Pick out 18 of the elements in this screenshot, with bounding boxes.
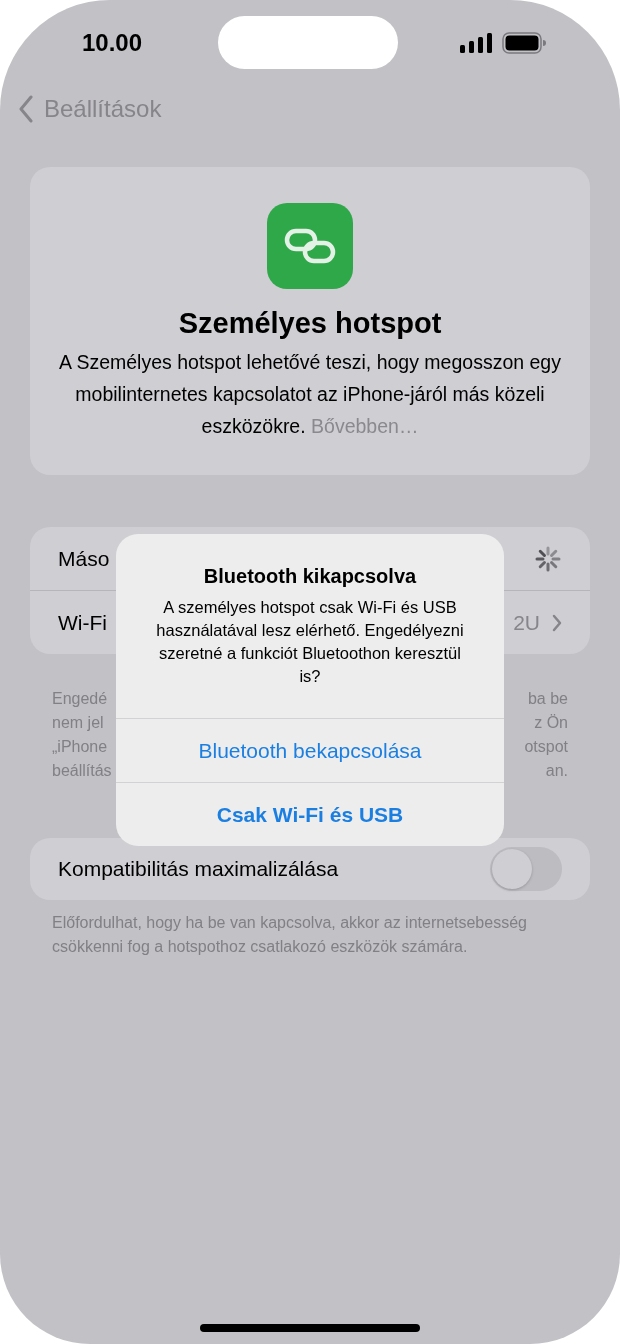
footnote-text: nem jel bbox=[52, 713, 105, 733]
page-title: Személyes hotspot bbox=[178, 307, 442, 340]
status-time: 10.00 bbox=[82, 29, 143, 57]
row-label: Máso bbox=[58, 546, 110, 571]
footnote-text: otspot bbox=[524, 737, 568, 757]
footnote-text: an. bbox=[545, 761, 568, 781]
row-label: Kompatibilitás maximalizálása bbox=[58, 857, 339, 881]
alert-message: A személyes hotspot csak Wi-Fi és USB használatával lesz elérhető. Engedélyezni szeretné a funkciót Bluetoothon keresztül is? bbox=[156, 597, 464, 687]
footnote-text: ba be bbox=[527, 689, 568, 709]
footnote-text: Engedé bbox=[52, 689, 109, 709]
description-text: A Személyes hotspot lehetővé teszi, hogy megosszon egy mobilinternetes kapcsolatot az iPhone-járól más közeli eszközökre. Bővebben… bbox=[58, 350, 562, 439]
row-value: 2U bbox=[513, 610, 540, 635]
alert-title: Bluetooth kikapcsolva bbox=[202, 565, 418, 588]
footnote-text: Előfordulhat, hogy ha be van kapcsolva, akkor az internetsebesség csökkenni fog a hotspothoz csatlakozó eszközök számára. bbox=[51, 913, 528, 957]
row-label: Wi-Fi bbox=[58, 610, 107, 635]
footnote-text: „iPhone bbox=[52, 737, 109, 757]
footnote-text: beállítás bbox=[52, 761, 112, 781]
footnote-text: z Ön bbox=[534, 713, 568, 733]
